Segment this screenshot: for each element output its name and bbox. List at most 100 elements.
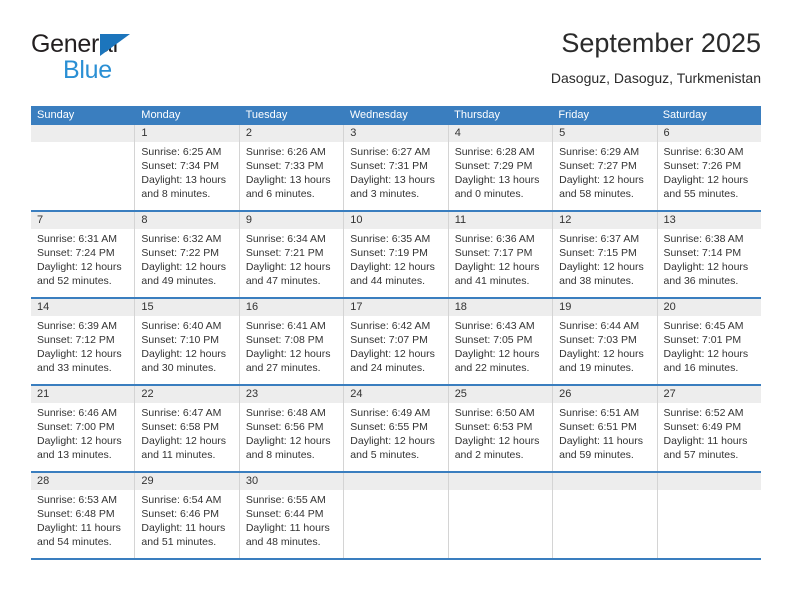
calendar-day-cell[interactable]: 11 Sunrise: 6:36 AM Sunset: 7:17 PM Dayligh… <box>448 212 554 297</box>
sunset-text: Sunset: 6:49 PM <box>663 421 742 433</box>
calendar-day-cell[interactable]: 15 Sunrise: 6:40 AM Sunset: 7:10 PM Dayligh… <box>135 299 240 384</box>
calendar-day-cell[interactable]: 9 Sunrise: 6:34 AM Sunset: 7:21 PM Daylight… <box>239 212 345 297</box>
daylight-text-line1: Daylight: 12 hours <box>37 348 122 360</box>
calendar-grid: Sunday Monday Tuesday Wednesday Thursday… <box>31 106 761 560</box>
day-number: 7 <box>31 212 135 229</box>
calendar-day-cell[interactable]: 17 Sunrise: 6:42 AM Sunset: 7:07 PM Dayligh… <box>344 299 449 384</box>
day-number: 30 <box>239 473 344 490</box>
daylight-text-line2: and 27 minutes. <box>245 362 321 374</box>
sunset-text: Sunset: 7:34 PM <box>141 160 220 172</box>
sunset-text: Sunset: 7:00 PM <box>37 421 115 433</box>
calendar-week-row: 28 Sunrise: 6:53 AM Sunset: 6:48 PM Dayligh… <box>31 473 761 560</box>
sunset-text: Sunset: 7:01 PM <box>663 334 742 346</box>
daylight-text-line1: Daylight: 12 hours <box>245 348 331 360</box>
day-details: Sunrise: 6:43 AM Sunset: 7:05 PM Daylight:… <box>449 316 552 375</box>
daylight-text-line1: Daylight: 12 hours <box>663 261 749 273</box>
sunrise-text: Sunrise: 6:27 AM <box>350 146 431 158</box>
day-number: 1 <box>135 125 239 142</box>
calendar-day-cell[interactable]: 16 Sunrise: 6:41 AM Sunset: 7:08 PM Dayligh… <box>239 299 345 384</box>
general-blue-logo[interactable]: General Blue <box>31 30 231 90</box>
calendar-day-cell[interactable]: 20 Sunrise: 6:45 AM Sunset: 7:01 PM Dayligh… <box>657 299 761 384</box>
daylight-text-line1: Daylight: 12 hours <box>245 261 331 273</box>
calendar-day-cell[interactable]: 8 Sunrise: 6:32 AM Sunset: 7:22 PM Daylight… <box>135 212 240 297</box>
daylight-text-line2: and 44 minutes. <box>350 275 425 287</box>
day-number: 22 <box>135 386 239 403</box>
calendar-day-cell[interactable]: 10 Sunrise: 6:35 AM Sunset: 7:19 PM Dayligh… <box>344 212 449 297</box>
sunset-text: Sunset: 6:58 PM <box>141 421 220 433</box>
day-number <box>657 473 761 490</box>
calendar-day-cell[interactable]: 12 Sunrise: 6:37 AM Sunset: 7:15 PM Dayligh… <box>553 212 658 297</box>
sunrise-text: Sunrise: 6:49 AM <box>350 407 431 419</box>
daylight-text-line1: Daylight: 12 hours <box>663 174 749 186</box>
daylight-text-line2: and 16 minutes. <box>663 362 739 374</box>
sunrise-text: Sunrise: 6:39 AM <box>37 320 117 332</box>
calendar-day-cell[interactable]: 30 Sunrise: 6:55 AM Sunset: 6:44 PM Dayligh… <box>239 473 345 558</box>
sunset-text: Sunset: 7:21 PM <box>245 247 324 259</box>
sunset-text: Sunset: 7:14 PM <box>663 247 742 259</box>
calendar-day-cell[interactable]: 1 Sunrise: 6:25 AM Sunset: 7:34 PM Daylight… <box>135 125 240 210</box>
logo-text-blue: Blue <box>63 56 112 84</box>
daylight-text-line1: Daylight: 12 hours <box>350 435 435 447</box>
sunset-text: Sunset: 6:51 PM <box>559 421 637 433</box>
logo-triangle-icon <box>100 34 130 56</box>
calendar-day-cell[interactable]: 13 Sunrise: 6:38 AM Sunset: 7:14 PM Dayligh… <box>657 212 761 297</box>
calendar-day-cell[interactable]: 29 Sunrise: 6:54 AM Sunset: 6:46 PM Dayligh… <box>135 473 240 558</box>
calendar-day-cell[interactable]: 5 Sunrise: 6:29 AM Sunset: 7:27 PM Daylight… <box>553 125 658 210</box>
calendar-day-cell[interactable]: 3 Sunrise: 6:27 AM Sunset: 7:31 PM Daylight… <box>344 125 449 210</box>
day-number: 18 <box>448 299 553 316</box>
daylight-text-line1: Daylight: 13 hours <box>141 174 227 186</box>
sunset-text: Sunset: 7:10 PM <box>141 334 220 346</box>
sunset-text: Sunset: 7:26 PM <box>663 160 742 172</box>
calendar-day-cell[interactable]: 2 Sunrise: 6:26 AM Sunset: 7:33 PM Daylight… <box>239 125 345 210</box>
day-details: Sunrise: 6:30 AM Sunset: 7:26 PM Daylight:… <box>658 142 761 201</box>
sunset-text: Sunset: 7:05 PM <box>454 334 533 346</box>
day-number: 14 <box>31 299 135 316</box>
daylight-text-line1: Daylight: 12 hours <box>454 435 540 447</box>
sunrise-text: Sunrise: 6:34 AM <box>245 233 326 245</box>
calendar-day-cell[interactable]: 7 Sunrise: 6:31 AM Sunset: 7:24 PM Daylight… <box>31 212 136 297</box>
day-details: Sunrise: 6:52 AM Sunset: 6:49 PM Daylight:… <box>658 403 761 462</box>
day-details <box>31 142 134 145</box>
calendar-day-cell[interactable]: 21 Sunrise: 6:46 AM Sunset: 7:00 PM Dayligh… <box>31 386 136 471</box>
sunset-text: Sunset: 7:24 PM <box>37 247 115 259</box>
calendar-day-cell-empty <box>31 125 136 210</box>
calendar-day-cell[interactable]: 25 Sunrise: 6:50 AM Sunset: 6:53 PM Dayligh… <box>448 386 554 471</box>
calendar-day-cell[interactable]: 28 Sunrise: 6:53 AM Sunset: 6:48 PM Dayligh… <box>31 473 136 558</box>
sunrise-text: Sunrise: 6:52 AM <box>663 407 744 419</box>
sunrise-text: Sunrise: 6:28 AM <box>454 146 535 158</box>
calendar-day-cell[interactable]: 4 Sunrise: 6:28 AM Sunset: 7:29 PM Daylight… <box>448 125 554 210</box>
sunset-text: Sunset: 6:55 PM <box>350 421 428 433</box>
day-details: Sunrise: 6:34 AM Sunset: 7:21 PM Daylight:… <box>240 229 343 288</box>
day-details: Sunrise: 6:39 AM Sunset: 7:12 PM Daylight:… <box>31 316 134 375</box>
daylight-text-line2: and 19 minutes. <box>559 362 634 374</box>
calendar-day-cell[interactable]: 23 Sunrise: 6:48 AM Sunset: 6:56 PM Dayligh… <box>239 386 345 471</box>
sunrise-text: Sunrise: 6:37 AM <box>559 233 640 245</box>
calendar-day-cell[interactable]: 24 Sunrise: 6:49 AM Sunset: 6:55 PM Dayligh… <box>344 386 449 471</box>
weekday-header-row: Sunday Monday Tuesday Wednesday Thursday… <box>31 106 761 125</box>
day-number: 9 <box>239 212 344 229</box>
sunrise-text: Sunrise: 6:36 AM <box>454 233 535 245</box>
calendar-day-cell[interactable]: 27 Sunrise: 6:52 AM Sunset: 6:49 PM Dayligh… <box>657 386 761 471</box>
calendar-day-cell-empty <box>553 473 658 558</box>
calendar-page: General Blue September 2025 Dasoguz, Das… <box>0 0 792 612</box>
calendar-week-row: 21 Sunrise: 6:46 AM Sunset: 7:00 PM Dayligh… <box>31 386 761 473</box>
sunset-text: Sunset: 7:08 PM <box>245 334 324 346</box>
calendar-day-cell[interactable]: 19 Sunrise: 6:44 AM Sunset: 7:03 PM Dayligh… <box>553 299 658 384</box>
calendar-day-cell[interactable]: 14 Sunrise: 6:39 AM Sunset: 7:12 PM Dayligh… <box>31 299 136 384</box>
day-number: 4 <box>448 125 553 142</box>
calendar-day-cell[interactable]: 18 Sunrise: 6:43 AM Sunset: 7:05 PM Dayligh… <box>448 299 554 384</box>
calendar-day-cell[interactable]: 6 Sunrise: 6:30 AM Sunset: 7:26 PM Daylight… <box>657 125 761 210</box>
daylight-text-line1: Daylight: 11 hours <box>559 435 643 447</box>
day-number: 27 <box>657 386 761 403</box>
calendar-weeks: 1 Sunrise: 6:25 AM Sunset: 7:34 PM Daylight… <box>31 125 761 560</box>
calendar-day-cell[interactable]: 22 Sunrise: 6:47 AM Sunset: 6:58 PM Dayligh… <box>135 386 240 471</box>
calendar-day-cell[interactable]: 26 Sunrise: 6:51 AM Sunset: 6:51 PM Dayligh… <box>553 386 658 471</box>
daylight-text-line1: Daylight: 12 hours <box>454 348 540 360</box>
daylight-text-line2: and 54 minutes. <box>37 536 112 548</box>
page-header: General Blue September 2025 Dasoguz, Das… <box>31 26 761 98</box>
daylight-text-line2: and 58 minutes. <box>559 188 634 200</box>
sunrise-text: Sunrise: 6:31 AM <box>37 233 117 245</box>
sunrise-text: Sunrise: 6:32 AM <box>141 233 222 245</box>
day-number: 20 <box>657 299 761 316</box>
day-details: Sunrise: 6:28 AM Sunset: 7:29 PM Daylight:… <box>449 142 552 201</box>
